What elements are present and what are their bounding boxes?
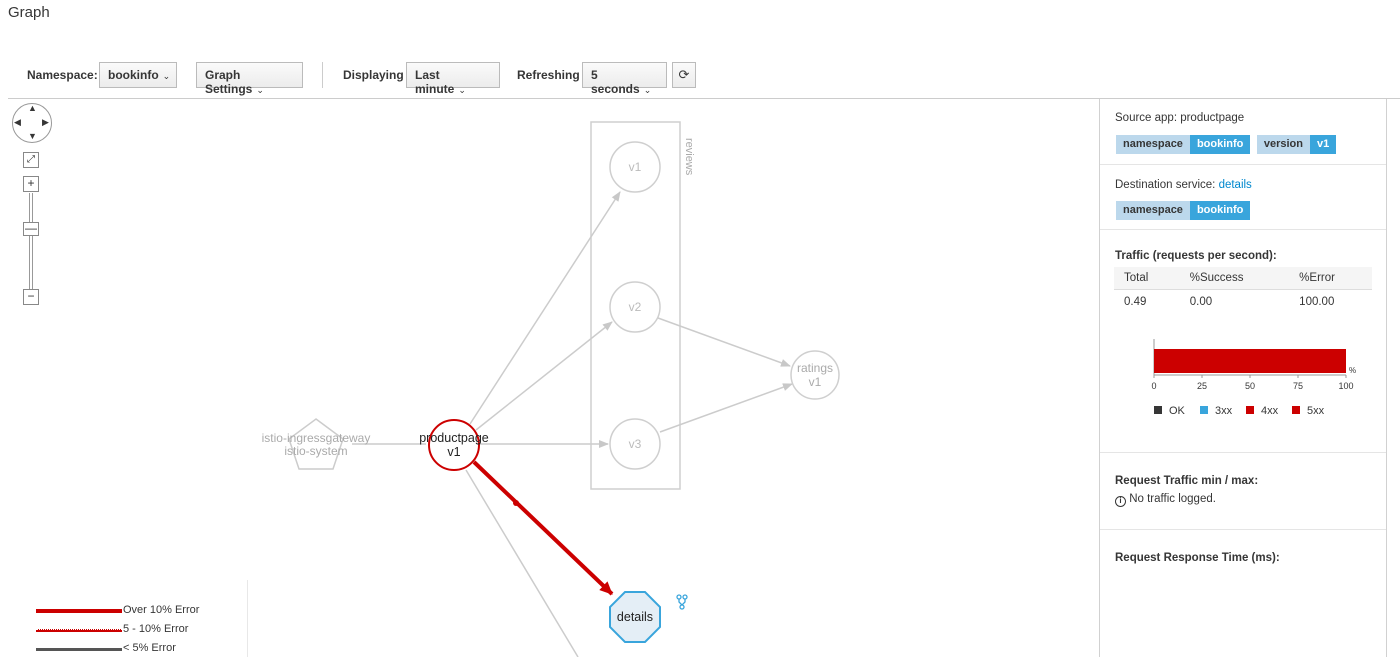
edge-legend: Over 10% Error 5 - 10% Error < 5% Error: [8, 580, 248, 657]
zoom-slider-handle[interactable]: —: [23, 222, 39, 236]
pan-left-icon[interactable]: ◀: [14, 117, 21, 128]
chart-tick-label: 50: [1245, 381, 1255, 391]
destination-service-label: Destination service: details: [1115, 179, 1252, 191]
duration-dropdown[interactable]: Last minute ⌄: [406, 62, 500, 96]
chart-unit-label: %: [1349, 366, 1356, 375]
gateway-node-label: istio-ingressgateway: [262, 431, 371, 445]
zoom-slider-track[interactable]: [29, 193, 33, 289]
reviews-v2-label: v2: [629, 300, 642, 314]
legend-swatch: [36, 609, 122, 613]
chart-tick-label: 25: [1197, 381, 1207, 391]
page-title: Graph: [8, 4, 50, 21]
chevron-down-icon: ⌄: [643, 85, 652, 95]
toolbar-separator: [322, 62, 323, 88]
zoom-out-button[interactable]: −: [23, 289, 39, 305]
destination-label-text: Destination service:: [1115, 179, 1216, 191]
namespace-tag: namespace bookinfo: [1116, 135, 1251, 154]
chart-legend-swatch: [1292, 406, 1300, 414]
reviews-group-label: reviews: [683, 138, 695, 176]
chart-bar-5xx: [1154, 349, 1346, 373]
destination-tags: namespace bookinfo: [1116, 201, 1251, 220]
edge-reviews-v2-ratings[interactable]: [657, 317, 791, 367]
legend-label: Over 10% Error: [123, 604, 200, 616]
edge-productpage-reviews-v1[interactable]: [469, 191, 621, 425]
table-cell: 100.00: [1299, 295, 1335, 308]
chevron-down-icon: ⌄: [458, 85, 466, 95]
chart-tick-label: 0: [1151, 381, 1156, 391]
legend-swatch: [36, 648, 122, 651]
fit-to-screen-icon[interactable]: ⤢: [23, 152, 39, 168]
refresh-icon: ⟳: [678, 67, 690, 82]
graph-settings-dropdown[interactable]: Graph Settings ⌄: [196, 62, 303, 96]
info-icon: i: [1115, 496, 1126, 507]
namespace-tag: namespace bookinfo: [1116, 201, 1251, 220]
refreshing-label: Refreshing: [517, 68, 580, 82]
chart-legend-swatch: [1154, 406, 1162, 414]
pan-control[interactable]: ▲ ▼ ◀ ▶: [12, 103, 52, 143]
chart-legend-label: 4xx: [1261, 405, 1279, 417]
source-app-label: Source app: productpage: [1115, 112, 1245, 124]
ratings-node-version: v1: [809, 375, 822, 389]
traffic-table: Total %Success %Error 0.49 0.00 100.00: [1114, 267, 1372, 314]
refresh-button[interactable]: ⟳: [672, 62, 696, 88]
table-header: %Success: [1179, 267, 1290, 290]
productpage-node-label: productpage: [419, 431, 489, 445]
chart-legend-label: OK: [1169, 405, 1186, 417]
namespace-label: Namespace:: [27, 68, 98, 82]
destination-section: Destination service: details namespace bo…: [1100, 165, 1386, 230]
displaying-label: Displaying: [343, 68, 404, 82]
legend-label: 5 - 10% Error: [123, 623, 189, 635]
graph-toolbar: Namespace: bookinfo ⌄ Graph Settings ⌄ Dis…: [0, 60, 1400, 96]
refresh-interval-dropdown[interactable]: 5 seconds ⌄: [582, 62, 667, 96]
chart-legend-label: 3xx: [1215, 405, 1233, 417]
source-section: Source app: productpage namespace bookinf…: [1100, 99, 1386, 165]
no-traffic-text: No traffic logged.: [1129, 493, 1216, 505]
section-divider: [1100, 452, 1386, 453]
destination-service-link[interactable]: details: [1219, 179, 1252, 191]
service-graph[interactable]: reviews istio-ingressgateway istio-syste…: [8, 99, 1099, 657]
edge-summary-panel: Source app: productpage namespace bookinf…: [1099, 99, 1387, 657]
gateway-node-namespace: istio-system: [284, 444, 347, 458]
section-divider: [1100, 529, 1386, 530]
chart-legend-label: 5xx: [1307, 405, 1325, 417]
source-tags: namespace bookinfo version v1: [1116, 135, 1337, 154]
chart-legend-swatch: [1200, 406, 1208, 414]
chart-tick-label: 75: [1293, 381, 1303, 391]
traffic-title: Traffic (requests per second):: [1115, 250, 1277, 262]
pan-right-icon[interactable]: ▶: [42, 117, 49, 128]
pan-up-icon[interactable]: ▲: [28, 103, 37, 113]
chevron-down-icon: ⌄: [162, 71, 171, 81]
pan-down-icon[interactable]: ▼: [28, 131, 37, 141]
edge-traffic-dot: [513, 500, 519, 506]
duration-value: Last minute: [415, 68, 455, 96]
namespace-value: bookinfo: [108, 68, 159, 82]
virtual-service-icon: [676, 594, 688, 610]
table-row: 0.49 0.00 100.00: [1114, 289, 1372, 314]
zoom-in-button[interactable]: +: [23, 176, 39, 192]
no-traffic-message: i No traffic logged.: [1115, 493, 1216, 507]
graph-settings-label: Graph Settings: [205, 68, 253, 96]
chart-legend-swatch: [1246, 406, 1254, 414]
reviews-v1-label: v1: [629, 160, 642, 174]
chart-tick-label: 100: [1338, 381, 1353, 391]
chevron-down-icon: ⌄: [256, 85, 264, 95]
legend-label: < 5% Error: [123, 642, 176, 654]
table-cell: 0.49: [1124, 295, 1147, 308]
response-time-title: Request Response Time (ms):: [1115, 552, 1280, 564]
response-code-chart: 0 25 50 75 100% OK 3xx 4xx 5xx: [1151, 339, 1356, 417]
table-header: Total: [1114, 267, 1180, 290]
namespace-dropdown[interactable]: bookinfo ⌄: [99, 62, 177, 88]
version-tag: version v1: [1256, 135, 1337, 154]
ratings-node-label: ratings: [797, 361, 833, 375]
table-cell: 0.00: [1189, 295, 1213, 308]
request-traffic-title: Request Traffic min / max:: [1115, 475, 1259, 487]
edge-productpage-offscreen[interactable]: [465, 469, 579, 657]
legend-swatch: [36, 629, 122, 632]
productpage-node-version: v1: [447, 445, 460, 459]
reviews-v3-label: v3: [629, 437, 642, 451]
table-header: %Error: [1289, 267, 1372, 290]
details-node-label: details: [617, 610, 653, 624]
refresh-interval-value: 5 seconds: [591, 68, 640, 96]
table-header-row: Total %Success %Error: [1114, 267, 1372, 290]
